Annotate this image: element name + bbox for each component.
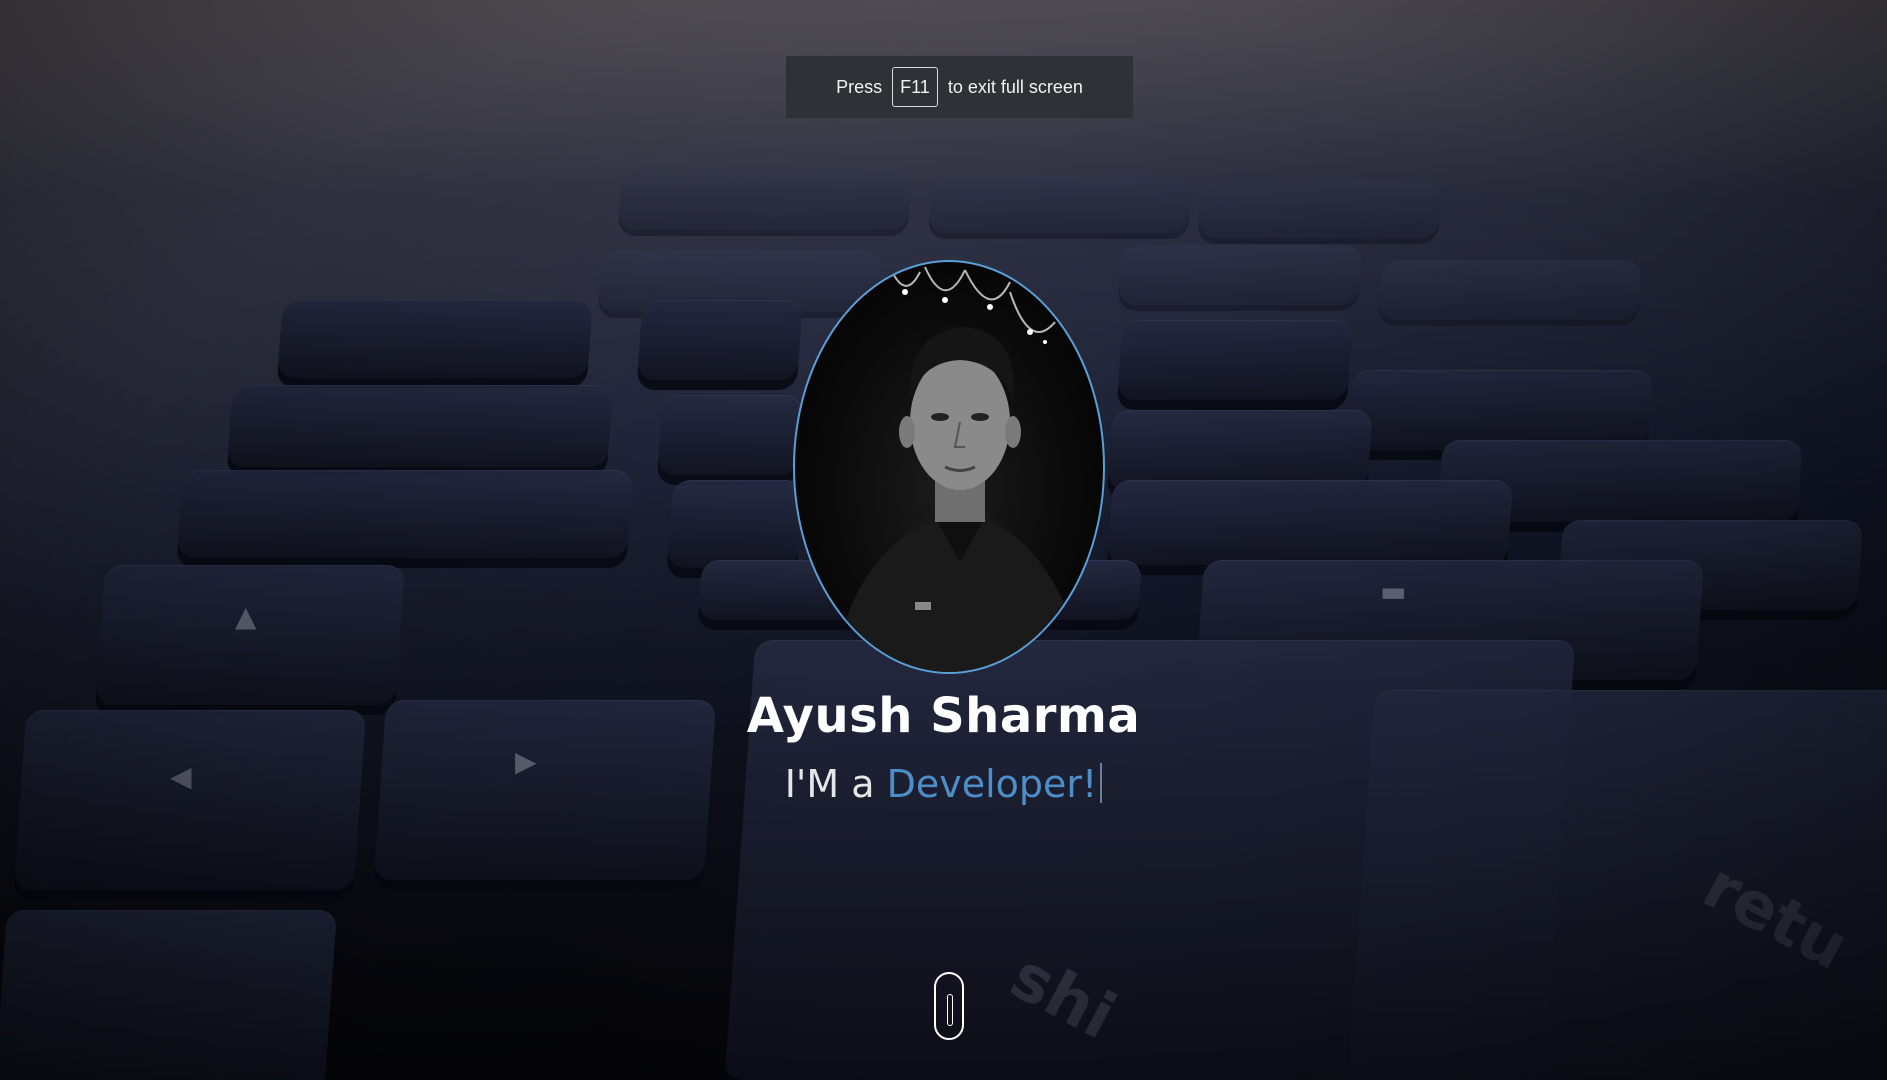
background-key: [657, 395, 803, 475]
fullscreen-notice: Press F11 to exit full screen: [786, 56, 1133, 118]
arrow-up-glyph: ▲: [235, 600, 257, 633]
background-key: [666, 480, 804, 568]
mouse-scroll-icon[interactable]: [934, 972, 964, 1040]
background-key: [176, 470, 634, 558]
background-key: [1107, 480, 1513, 565]
background-key: [95, 565, 405, 705]
hero-section: ▲ ▬ ◀ ▶ shi retu Press F11 to exit full …: [0, 0, 1887, 1080]
fullscreen-notice-key: F11: [892, 67, 938, 107]
tagline-role: Developer!: [886, 762, 1098, 806]
scroll-wheel: [947, 994, 953, 1026]
profile-name: Ayush Sharma: [746, 688, 1141, 744]
background-key: [1345, 690, 1887, 1080]
background-key: [1117, 320, 1353, 400]
profile-avatar: [793, 260, 1105, 674]
background-key: [1377, 260, 1643, 320]
portrait-image: [835, 266, 1085, 672]
typing-cursor: [1100, 763, 1103, 803]
fullscreen-notice-suffix: to exit full screen: [947, 76, 1083, 97]
background-key: [0, 910, 337, 1080]
background-key: [1347, 370, 1653, 450]
tagline-prefix: I'M a: [784, 762, 875, 806]
fullscreen-notice-prefix: Press: [836, 76, 883, 97]
dash-glyph: ▬: [1380, 575, 1407, 608]
background-key: [1107, 410, 1373, 490]
background-key: [227, 385, 613, 467]
background-key: [637, 300, 803, 380]
background-key: [1197, 180, 1443, 238]
background-key: [277, 300, 593, 378]
profile-tagline: I'M a Developer!: [0, 762, 1887, 806]
background-key: [927, 175, 1193, 233]
background-key: [617, 170, 913, 230]
background-key: [1117, 245, 1363, 305]
